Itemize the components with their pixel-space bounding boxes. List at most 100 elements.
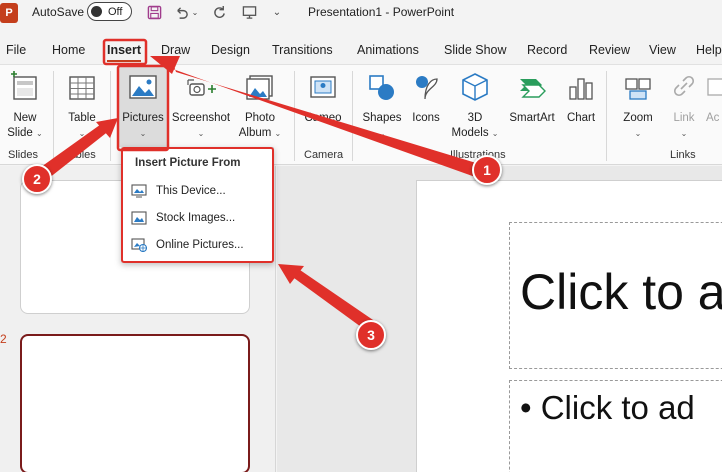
- smartart-label: SmartArt: [509, 112, 555, 124]
- new-slide-label-line1: New: [13, 112, 37, 124]
- link-button[interactable]: Link ⌄: [666, 71, 702, 141]
- smartart-button[interactable]: SmartArt: [504, 71, 560, 126]
- title-placeholder[interactable]: Click to a: [509, 222, 722, 369]
- new-slide-icon: [11, 71, 37, 100]
- icons-icon: [416, 76, 438, 100]
- 3d-models-label-line2: Models: [451, 127, 489, 139]
- shapes-label: Shapes: [362, 112, 402, 124]
- table-chevron-icon: ⌄: [78, 129, 86, 138]
- title-placeholder-text: Click to a: [520, 264, 722, 320]
- photo-album-button[interactable]: Photo Album ⌄: [236, 71, 284, 141]
- tab-file[interactable]: File: [6, 43, 26, 57]
- cameo-icon: [310, 76, 336, 98]
- customize-toolbar-chevron-icon[interactable]: ⌄: [268, 3, 286, 21]
- pictures-icon: [129, 75, 157, 99]
- group-label-illustrations: Illustrations: [450, 149, 506, 161]
- shapes-icon: [369, 75, 394, 100]
- title-bar: P AutoSave Off ⌄ ⌄ Presentation1 - Power…: [0, 0, 722, 26]
- online-pictures-icon: [131, 238, 147, 252]
- table-label: Table: [68, 112, 96, 124]
- tab-help[interactable]: Help: [696, 43, 722, 57]
- group-separator: [352, 71, 353, 161]
- this-device-item[interactable]: This Device...: [131, 180, 269, 202]
- screenshot-button[interactable]: Screenshot ⌄: [170, 71, 232, 141]
- new-slide-button[interactable]: New Slide ⌄: [4, 71, 46, 141]
- 3d-models-chevron-icon: ⌄: [491, 129, 499, 138]
- slide-number: 2: [0, 332, 7, 346]
- group-label-tables: Tables: [64, 149, 96, 161]
- slide-editing-area: Click to a • Click to ad: [277, 166, 722, 472]
- tab-slide-show[interactable]: Slide Show: [444, 43, 507, 57]
- group-label-slides: Slides: [8, 149, 38, 161]
- this-device-label: This Device...: [156, 185, 226, 197]
- pictures-button[interactable]: Pictures ⌄: [118, 67, 168, 147]
- zoom-button[interactable]: Zoom ⌄: [616, 71, 660, 141]
- stock-images-icon: [131, 211, 147, 225]
- online-pictures-item[interactable]: Online Pictures...: [131, 234, 269, 256]
- icons-label: Icons: [412, 112, 440, 124]
- tab-draw[interactable]: Draw: [161, 43, 190, 57]
- action-button[interactable]: Ac: [706, 71, 722, 126]
- undo-icon[interactable]: [172, 3, 190, 21]
- link-label: Link: [673, 112, 695, 124]
- new-slide-label-line2: Slide: [7, 127, 33, 139]
- ribbon-tabs: File Home Insert Draw Design Transitions…: [0, 38, 722, 62]
- slide-canvas: Click to a • Click to ad: [416, 180, 722, 472]
- pictures-chevron-icon: ⌄: [139, 129, 147, 138]
- present-from-beginning-icon[interactable]: [240, 3, 258, 21]
- shapes-chevron-icon: ⌄: [378, 129, 386, 138]
- zoom-chevron-icon: ⌄: [634, 129, 642, 138]
- stock-images-label: Stock Images...: [156, 212, 236, 224]
- link-chevron-icon: ⌄: [680, 129, 688, 138]
- tab-record[interactable]: Record: [527, 43, 567, 57]
- document-title: Presentation1 - PowerPoint: [308, 5, 455, 19]
- screenshot-label: Screenshot: [171, 112, 231, 124]
- powerpoint-window: P AutoSave Off ⌄ ⌄ Presentation1 - Power…: [0, 0, 722, 472]
- toggle-knob: [91, 6, 102, 17]
- cameo-label: Cameo: [304, 112, 342, 124]
- tab-review[interactable]: Review: [589, 43, 630, 57]
- link-icon: [673, 75, 695, 97]
- slide-thumbnail-selected[interactable]: [20, 334, 250, 472]
- autosave-toggle[interactable]: Off: [87, 2, 132, 21]
- chart-button[interactable]: Chart: [562, 71, 600, 126]
- 3d-models-label-line1: 3D: [467, 112, 483, 124]
- tab-home[interactable]: Home: [52, 43, 85, 57]
- group-separator: [606, 71, 607, 161]
- photo-album-label-line1: Photo: [244, 112, 276, 124]
- action-icon: [707, 78, 722, 96]
- icons-button[interactable]: Icons: [406, 71, 446, 126]
- save-icon[interactable]: [145, 3, 163, 21]
- photo-album-chevron-icon: ⌄: [274, 129, 282, 138]
- tab-transitions[interactable]: Transitions: [272, 43, 333, 57]
- autosave-label: AutoSave: [32, 5, 85, 19]
- content-placeholder[interactable]: • Click to ad: [509, 380, 722, 472]
- zoom-icon: [625, 78, 651, 100]
- screenshot-icon: [187, 79, 216, 96]
- table-button[interactable]: Table ⌄: [62, 71, 102, 141]
- tab-animations[interactable]: Animations: [357, 43, 419, 57]
- chart-icon: [569, 78, 593, 100]
- group-separator: [294, 71, 295, 161]
- shapes-button[interactable]: Shapes ⌄: [360, 71, 404, 141]
- redo-icon[interactable]: [210, 3, 228, 21]
- online-pictures-label: Online Pictures...: [156, 239, 244, 251]
- 3d-cube-icon: [462, 73, 488, 101]
- group-separator: [53, 71, 54, 161]
- tab-insert[interactable]: Insert: [107, 43, 142, 62]
- tab-view[interactable]: View: [649, 43, 676, 57]
- stock-images-item[interactable]: Stock Images...: [131, 207, 269, 229]
- cameo-button[interactable]: Cameo: [300, 71, 346, 126]
- group-label-camera: Camera: [304, 149, 344, 161]
- autosave-toggle-state: Off: [108, 5, 123, 18]
- table-icon: [69, 76, 95, 100]
- zoom-label: Zoom: [623, 112, 653, 124]
- smartart-icon: [520, 79, 546, 98]
- tab-design[interactable]: Design: [211, 43, 250, 57]
- undo-dropdown-chevron-icon[interactable]: ⌄: [190, 3, 200, 21]
- chart-label: Chart: [566, 112, 596, 124]
- screenshot-chevron-icon: ⌄: [197, 129, 205, 138]
- photo-album-icon: [246, 75, 273, 100]
- 3d-models-button[interactable]: 3D Models ⌄: [450, 71, 500, 141]
- photo-album-label-line2: Album: [238, 127, 272, 139]
